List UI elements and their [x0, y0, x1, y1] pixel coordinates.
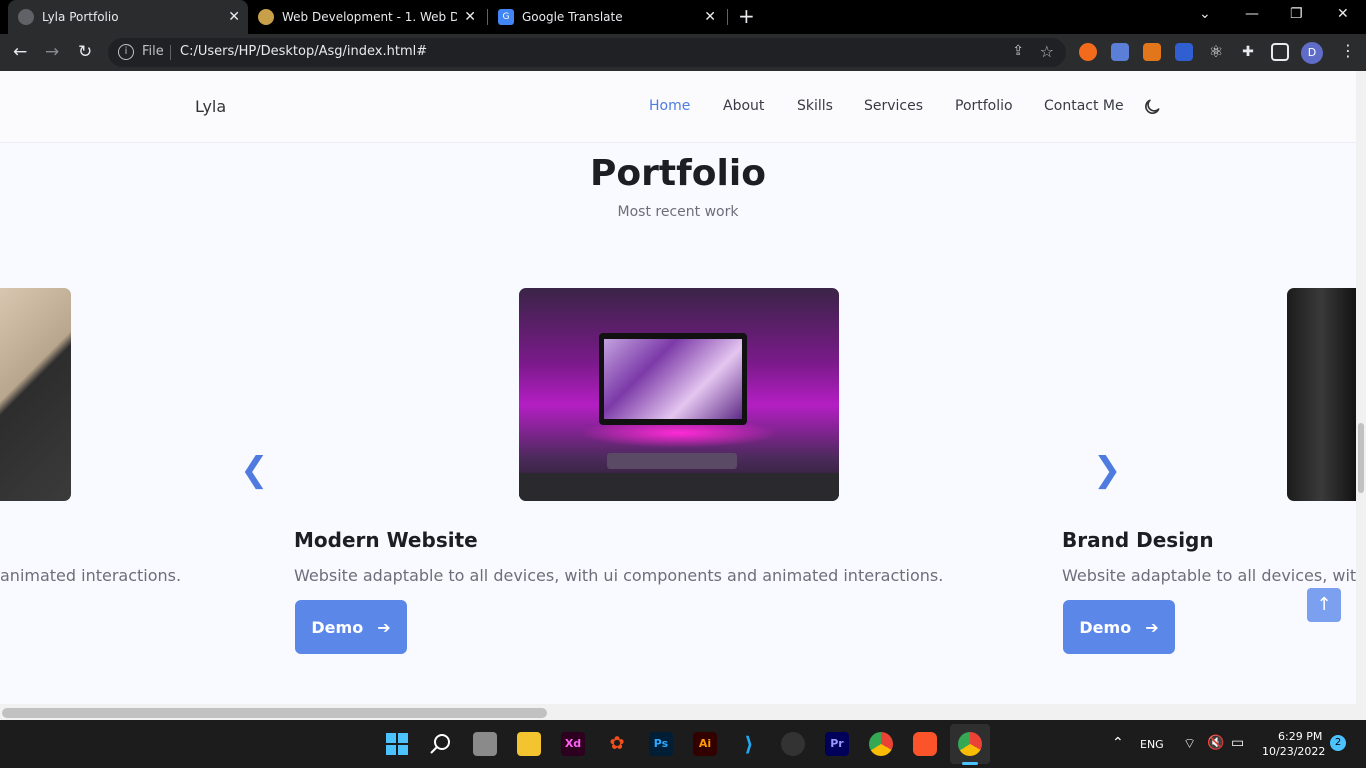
address-bar[interactable]: i File C:/Users/HP/Desktop/Asg/index.htm…: [108, 38, 1066, 67]
tab-search-icon[interactable]: ⌄: [1199, 6, 1211, 22]
language-indicator[interactable]: ENG: [1140, 738, 1164, 751]
card-desc-brand-design: Website adaptable to all devices, with: [1062, 566, 1356, 585]
extension-translate-icon[interactable]: [1111, 43, 1129, 61]
premiere-pro-icon[interactable]: Pr: [825, 732, 849, 756]
nav-about[interactable]: About: [723, 98, 764, 114]
side-panel-icon[interactable]: [1271, 43, 1289, 61]
close-icon[interactable]: ✕: [704, 9, 716, 25]
nav-services[interactable]: Services: [864, 98, 923, 114]
browser-tab-bar: Lyla Portfolio ✕ Web Development - 1. We…: [0, 0, 1366, 34]
horizontal-scrollbar[interactable]: [0, 704, 1356, 720]
close-icon[interactable]: ✕: [228, 9, 240, 25]
info-icon[interactable]: i: [118, 44, 134, 60]
battery-icon[interactable]: ▭: [1231, 735, 1244, 751]
nav-portfolio[interactable]: Portfolio: [955, 98, 1013, 114]
back-button[interactable]: ←: [13, 41, 27, 63]
extension-rss-icon[interactable]: [1079, 43, 1097, 61]
tab-title: Google Translate: [522, 10, 623, 24]
nav-skills[interactable]: Skills: [797, 98, 833, 114]
close-icon[interactable]: ✕: [464, 9, 476, 25]
site-favicon-icon: [258, 9, 274, 25]
section-title: Portfolio: [590, 153, 766, 194]
search-icon[interactable]: [429, 732, 453, 756]
share-icon[interactable]: ⇪: [1012, 43, 1024, 59]
site-header: Lyla Home About Skills Services Portfoli…: [0, 71, 1356, 143]
moon-icon[interactable]: [1142, 97, 1162, 117]
image-desk: [519, 473, 839, 501]
address-divider: [170, 45, 171, 60]
vertical-scrollbar[interactable]: [1356, 71, 1366, 720]
extensions-puzzle-icon[interactable]: ✚: [1239, 43, 1257, 61]
globe-icon: [18, 9, 34, 25]
nav-home[interactable]: Home: [649, 98, 690, 114]
address-scheme: File: [142, 44, 164, 59]
demo-button-label: Demo: [311, 617, 364, 637]
vscode-icon[interactable]: ⟩: [737, 732, 761, 756]
card-title-modern-website: Modern Website: [294, 528, 478, 552]
extension-metamask-icon[interactable]: [1143, 43, 1161, 61]
windows-start-icon[interactable]: [385, 732, 409, 756]
figma-icon[interactable]: ✿: [605, 732, 629, 756]
notification-badge[interactable]: 2: [1330, 735, 1346, 751]
davinci-resolve-icon[interactable]: [781, 732, 805, 756]
page-viewport: Lyla Home About Skills Services Portfoli…: [0, 71, 1356, 720]
section-subtitle: Most recent work: [617, 204, 739, 220]
demo-button[interactable]: Demo ➔: [1063, 600, 1175, 654]
task-view-icon[interactable]: [473, 732, 497, 756]
carousel-prev-arrow-icon[interactable]: ❮: [240, 453, 269, 487]
reload-button[interactable]: ↻: [78, 41, 92, 63]
tab-google-translate[interactable]: G Google Translate ✕: [488, 0, 724, 34]
extension-bitwarden-icon[interactable]: [1175, 43, 1193, 61]
tab-title: Web Development - 1. Web Desi: [282, 10, 457, 24]
brave-icon[interactable]: [913, 732, 937, 756]
horizontal-scrollbar-thumb[interactable]: [2, 708, 547, 718]
active-app-indicator: [962, 762, 978, 765]
demo-button-label: Demo: [1079, 617, 1132, 637]
portfolio-image-modern-website: [519, 288, 839, 501]
chrome-active-icon[interactable]: [958, 732, 982, 756]
carousel-next-arrow-icon[interactable]: ❯: [1093, 453, 1122, 487]
vertical-scrollbar-thumb[interactable]: [1358, 423, 1364, 493]
file-explorer-icon[interactable]: [517, 732, 541, 756]
browser-toolbar: ← → ↻ i File C:/Users/HP/Desktop/Asg/ind…: [0, 34, 1366, 71]
volume-muted-icon[interactable]: 🔇: [1207, 735, 1224, 751]
bookmark-star-icon[interactable]: ☆: [1040, 42, 1054, 61]
profile-avatar[interactable]: D: [1301, 42, 1323, 64]
scroll-up-button[interactable]: ↑: [1307, 588, 1341, 622]
tab-separator: [727, 9, 728, 25]
tray-overflow-chevron-icon[interactable]: ⌃: [1112, 735, 1124, 751]
card-desc-left: animated interactions.: [0, 566, 182, 585]
image-keyboard: [607, 453, 737, 469]
arrow-right-icon: ➔: [1145, 617, 1159, 637]
site-logo[interactable]: Lyla: [195, 97, 226, 116]
forward-button[interactable]: →: [45, 41, 59, 63]
card-desc-modern-website: Website adaptable to all devices, with u…: [294, 566, 944, 585]
extension-react-icon[interactable]: ⚛: [1207, 43, 1225, 61]
clock-date[interactable]: 10/23/2022: [1262, 745, 1325, 758]
portfolio-image-right: [1287, 288, 1356, 501]
address-url[interactable]: C:/Users/HP/Desktop/Asg/index.html#: [180, 44, 427, 59]
windows-taskbar: Xd ✿ Ps Ai ⟩ Pr ⌃ ENG ⌔ 🔇 ▭ 6:29 PM 10/2…: [0, 720, 1366, 768]
wifi-icon[interactable]: ⌔: [1183, 735, 1196, 753]
tab-lyla-portfolio[interactable]: Lyla Portfolio ✕: [8, 0, 248, 34]
tab-title: Lyla Portfolio: [42, 10, 119, 24]
tab-web-development[interactable]: Web Development - 1. Web Desi ✕: [248, 0, 484, 34]
arrow-right-icon: ➔: [377, 617, 391, 637]
google-translate-icon: G: [498, 9, 514, 25]
adobe-xd-icon[interactable]: Xd: [561, 732, 585, 756]
image-monitor: [599, 333, 747, 425]
card-title-brand-design: Brand Design: [1062, 528, 1214, 552]
minimize-button[interactable]: —: [1245, 6, 1259, 22]
chrome-icon[interactable]: [869, 732, 893, 756]
illustrator-icon[interactable]: Ai: [693, 732, 717, 756]
nav-contact-me[interactable]: Contact Me: [1044, 98, 1124, 114]
menu-kebab-icon[interactable]: ⋮: [1340, 41, 1356, 60]
restore-button[interactable]: ❐: [1290, 6, 1303, 22]
clock-time[interactable]: 6:29 PM: [1278, 730, 1322, 743]
photoshop-icon[interactable]: Ps: [649, 732, 673, 756]
new-tab-button[interactable]: +: [738, 6, 755, 26]
portfolio-image-left: [0, 288, 71, 501]
window-close-button[interactable]: ✕: [1337, 6, 1349, 22]
demo-button[interactable]: Demo ➔: [295, 600, 407, 654]
